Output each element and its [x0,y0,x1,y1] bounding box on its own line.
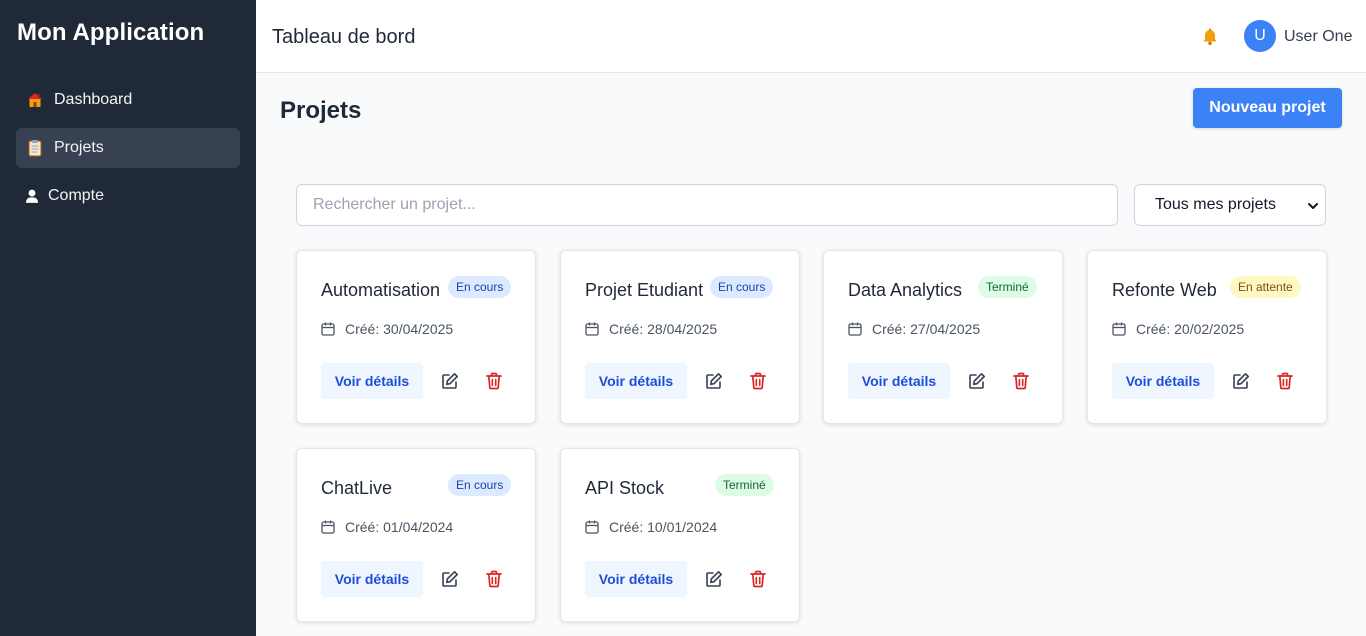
avatar[interactable]: U [1244,20,1276,52]
chevron-down-icon [1307,199,1319,211]
page-header-title: Tableau de bord [272,26,416,48]
project-card: ChatLive En cours Créé: 01/04/2024 Voir dét… [296,448,536,622]
top-bar: Tableau de bord U User One [256,0,1366,73]
status-badge: En cours [448,474,512,496]
project-title: ChatLive [321,478,393,498]
project-title: Data Analytics [848,280,963,300]
sidebar-item-label: Projets [54,139,104,156]
project-card: API Stock Terminé Créé: 10/01/2024 Voir dét… [560,448,800,622]
clipboard-icon [26,139,44,157]
edit-icon[interactable] [968,372,986,390]
created-date-text: Créé: 30/04/2025 [345,321,454,337]
edit-icon[interactable] [441,570,459,588]
created-date: Créé: 27/04/2025 [848,321,980,337]
calendar-icon [848,322,862,336]
new-project-button[interactable]: Nouveau projet [1193,88,1342,128]
created-date: Créé: 28/04/2025 [585,321,717,337]
trash-icon[interactable] [749,372,767,390]
sidebar-item-projets[interactable]: Projets [16,128,240,168]
project-card: Automatisation En cours Créé: 30/04/2025 Vo… [296,250,536,424]
trash-icon[interactable] [1276,372,1294,390]
project-card: Projet Etudiant En cours Créé: 28/04/2025 V… [560,250,800,424]
project-title: Automatisation [321,280,441,300]
created-date-text: Créé: 28/04/2025 [609,321,718,337]
calendar-icon [321,322,335,336]
project-card: Data Analytics Terminé Créé: 27/04/2025 Voi… [823,250,1063,424]
view-details-button[interactable]: Voir détails [848,363,950,399]
sidebar-nav: Dashboard Projets Compte [16,80,240,224]
page-title: Projets [280,97,362,124]
house-icon [26,91,44,109]
user-name[interactable]: User One [1284,28,1352,46]
trash-icon[interactable] [485,372,503,390]
view-details-button[interactable]: Voir détails [585,363,687,399]
edit-icon[interactable] [705,372,723,390]
app-title: Mon Application [17,19,205,46]
status-badge: En attente [1230,276,1301,298]
sidebar-item-label: Dashboard [54,91,133,108]
edit-icon[interactable] [705,570,723,588]
calendar-icon [585,520,599,534]
edit-icon[interactable] [441,372,459,390]
trash-icon[interactable] [485,570,503,588]
view-details-button[interactable]: Voir détails [585,561,687,597]
project-title: Projet Etudiant [585,280,704,300]
project-card: Refonte Web En attente Créé: 20/02/2025 Voi… [1087,250,1327,424]
created-date: Créé: 01/04/2024 [321,519,453,535]
bell-icon[interactable] [1200,27,1220,47]
created-date: Créé: 20/02/2025 [1112,321,1244,337]
trash-icon[interactable] [1012,372,1030,390]
project-title: Refonte Web [1112,280,1217,300]
view-details-button[interactable]: Voir détails [321,561,423,597]
created-date: Créé: 30/04/2025 [321,321,453,337]
sidebar-item-label: Compte [48,187,105,204]
sidebar-item-compte[interactable]: Compte [16,176,240,216]
search-input[interactable] [296,184,1118,226]
created-date: Créé: 10/01/2024 [585,519,717,535]
status-badge: Terminé [715,474,774,496]
project-filter-select[interactable]: Tous mes projets [1134,184,1326,226]
view-details-button[interactable]: Voir détails [321,363,423,399]
status-badge: En cours [448,276,512,298]
created-date-text: Créé: 10/01/2024 [609,519,718,535]
sidebar-item-dashboard[interactable]: Dashboard [16,80,240,120]
status-badge: Terminé [978,276,1037,298]
status-badge: En cours [710,276,774,298]
trash-icon[interactable] [749,570,767,588]
created-date-text: Créé: 27/04/2025 [872,321,981,337]
created-date-text: Créé: 20/02/2025 [1136,321,1245,337]
calendar-icon [321,520,335,534]
sidebar: Mon Application Dashboard Projets Compte [0,0,256,636]
created-date-text: Créé: 01/04/2024 [345,519,454,535]
project-title: API Stock [585,478,665,498]
view-details-button[interactable]: Voir détails [1112,363,1214,399]
user-icon [26,187,38,205]
filter-selected-value: Tous mes projets [1155,196,1276,213]
calendar-icon [585,322,599,336]
edit-icon[interactable] [1232,372,1250,390]
calendar-icon [1112,322,1126,336]
